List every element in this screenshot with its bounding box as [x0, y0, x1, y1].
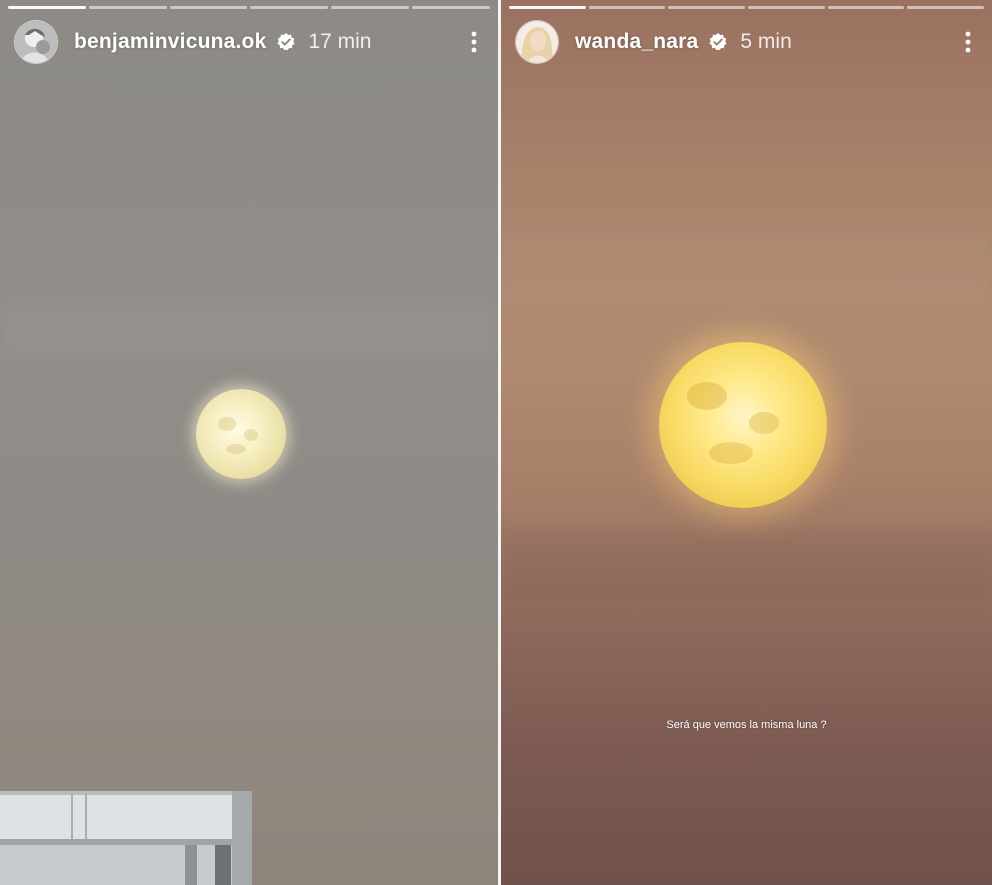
avatar[interactable]: [515, 20, 559, 64]
story-progress-bar: [509, 6, 985, 9]
sky-haze: [0, 300, 498, 360]
story-timestamp: 5 min: [740, 30, 792, 53]
verified-check-icon: [708, 32, 728, 52]
moon-image: [659, 342, 827, 508]
progress-segment: [250, 6, 329, 9]
story-header: benjaminvicuna.ok 17 min: [14, 20, 484, 64]
progress-segment: [412, 6, 490, 9]
more-vertical-icon[interactable]: [464, 27, 484, 57]
cloud-band: [501, 530, 992, 600]
avatar-face-icon: [15, 21, 57, 63]
progress-segment: [907, 6, 985, 9]
story-progress-bar: [8, 6, 490, 9]
story-header: wanda_nara 5 min: [515, 20, 978, 64]
progress-segment: [748, 6, 825, 9]
progress-segment: [588, 6, 666, 9]
cloud-band: [501, 230, 992, 310]
story-timestamp: 17 min: [308, 30, 372, 53]
story-right[interactable]: wanda_nara 5 min Será que vemos la misma…: [501, 0, 992, 885]
progress-segment: [668, 6, 746, 9]
progress-segment: [169, 6, 248, 9]
progress-segment: [509, 6, 586, 9]
progress-segment: [8, 6, 86, 9]
building-rooftop: [0, 791, 252, 885]
verified-check-icon: [276, 32, 296, 52]
avatar[interactable]: [14, 20, 58, 64]
more-vertical-icon[interactable]: [958, 27, 978, 57]
story-username[interactable]: benjaminvicuna.ok: [74, 30, 266, 54]
progress-segment: [827, 6, 905, 9]
story-left[interactable]: benjaminvicuna.ok 17 min: [0, 0, 498, 885]
progress-segment: [88, 6, 167, 9]
progress-segment: [331, 6, 410, 9]
story-username[interactable]: wanda_nara: [575, 30, 698, 54]
story-caption: Será que vemos la misma luna ?: [666, 719, 827, 731]
moon-image: [196, 389, 286, 479]
avatar-face-icon: [516, 21, 558, 63]
